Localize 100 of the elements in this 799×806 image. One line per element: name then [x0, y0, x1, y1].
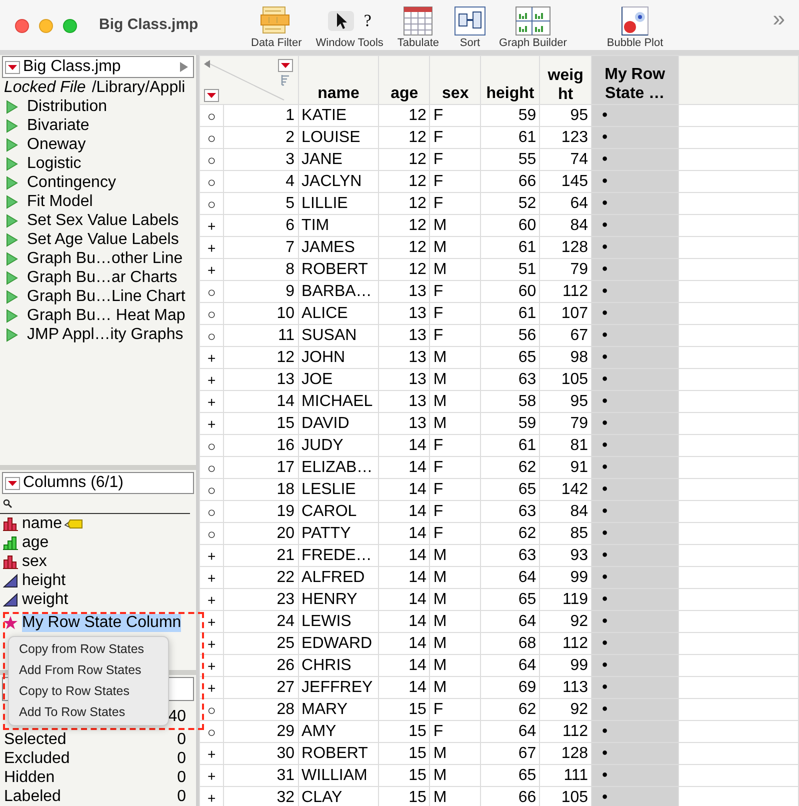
row-number[interactable]: 4: [224, 170, 298, 192]
help-icon[interactable]: ?: [364, 11, 372, 31]
script-item[interactable]: Contingency: [0, 173, 196, 192]
row-number[interactable]: 31: [224, 764, 298, 786]
table-cell: •: [592, 742, 678, 764]
row-number[interactable]: 14: [224, 390, 298, 412]
column-header[interactable]: name: [298, 56, 379, 104]
row-number[interactable]: 23: [224, 588, 298, 610]
row-count: 0: [177, 750, 186, 768]
sort-icon[interactable]: [280, 74, 290, 86]
script-item[interactable]: Fit Model: [0, 192, 196, 211]
row-number[interactable]: 28: [224, 698, 298, 720]
table-cell: F: [430, 500, 481, 522]
row-number[interactable]: 29: [224, 720, 298, 742]
zoom-button[interactable]: [63, 19, 77, 33]
row-marker: +: [200, 588, 224, 610]
column-item[interactable]: weight: [22, 590, 68, 609]
row-number[interactable]: 15: [224, 412, 298, 434]
dropdown-icon[interactable]: [5, 60, 20, 74]
row-number[interactable]: 7: [224, 236, 298, 258]
column-header[interactable]: age: [378, 56, 430, 104]
toolbar-button[interactable]: Data Filter: [251, 0, 302, 49]
row-marker: ○: [200, 434, 224, 456]
row-number[interactable]: 3: [224, 148, 298, 170]
row-number[interactable]: 24: [224, 610, 298, 632]
row-number[interactable]: 25: [224, 632, 298, 654]
script-item[interactable]: Set Sex Value Labels: [0, 211, 196, 230]
script-item[interactable]: Distribution: [0, 97, 196, 116]
menu-item[interactable]: Copy to Row States: [9, 681, 168, 702]
triangle-icon[interactable]: [179, 61, 189, 73]
row-number[interactable]: 1: [224, 104, 298, 126]
row-number[interactable]: 27: [224, 676, 298, 698]
script-item[interactable]: Oneway: [0, 135, 196, 154]
column-item[interactable]: sex: [22, 552, 47, 571]
column-item[interactable]: name: [22, 514, 62, 533]
column-item[interactable]: age: [22, 534, 49, 552]
column-item[interactable]: My Row State Column: [22, 614, 182, 632]
table-cell: 63: [480, 544, 540, 566]
table-cell: M: [430, 390, 481, 412]
play-icon: [6, 118, 18, 132]
script-item[interactable]: Graph Bu…Line Chart: [0, 287, 196, 306]
toolbar-button[interactable]: Sort: [453, 0, 488, 49]
columns-header[interactable]: Columns (6/1): [2, 472, 194, 494]
row-number[interactable]: 21: [224, 544, 298, 566]
row-number[interactable]: 26: [224, 654, 298, 676]
row-number[interactable]: 13: [224, 368, 298, 390]
row-number[interactable]: 19: [224, 500, 298, 522]
menu-item[interactable]: Add From Row States: [9, 660, 168, 681]
toolbar-button[interactable]: Graph Builder: [499, 0, 567, 49]
row-number[interactable]: 10: [224, 302, 298, 324]
column-header[interactable]: sex: [430, 56, 481, 104]
toolbar-button[interactable]: Bubble Plot: [606, 0, 664, 49]
script-item[interactable]: Graph Bu…ar Charts: [0, 268, 196, 287]
script-item[interactable]: Logistic: [0, 154, 196, 173]
toolbar-button[interactable]: Tabulate: [397, 0, 440, 49]
table-cell: 12: [378, 126, 430, 148]
row-number[interactable]: 22: [224, 566, 298, 588]
row-number[interactable]: 9: [224, 280, 298, 302]
row-marker: +: [200, 764, 224, 786]
row-number[interactable]: 30: [224, 742, 298, 764]
bar-chart-icon: [3, 535, 18, 550]
script-item[interactable]: Set Age Value Labels: [0, 230, 196, 249]
play-icon: [6, 290, 18, 304]
row-number[interactable]: 11: [224, 324, 298, 346]
column-header[interactable]: height: [480, 56, 540, 104]
toolbar-button[interactable]: ? Window Tools: [316, 0, 384, 49]
table-cell: MICHAEL: [298, 390, 379, 412]
row-number[interactable]: 17: [224, 456, 298, 478]
row-number[interactable]: 20: [224, 522, 298, 544]
script-item[interactable]: Graph Bu… Heat Map: [0, 306, 196, 325]
menu-item[interactable]: Copy from Row States: [9, 639, 168, 660]
table-cell: KATIE: [298, 104, 379, 126]
table-cell: 14: [378, 588, 430, 610]
row-number[interactable]: 6: [224, 214, 298, 236]
menu-item[interactable]: Add To Row States: [9, 702, 168, 723]
table-cell: ELIZAB…: [298, 456, 379, 478]
play-icon: [6, 328, 18, 342]
column-header[interactable]: weight: [540, 56, 592, 104]
script-item[interactable]: Bivariate: [0, 116, 196, 135]
dropdown-icon[interactable]: [204, 89, 219, 102]
table-cell: 61: [480, 302, 540, 324]
table-cell: LEWIS: [298, 610, 379, 632]
table-cell: M: [430, 368, 481, 390]
row-number[interactable]: 12: [224, 346, 298, 368]
dropdown-icon[interactable]: [5, 476, 20, 490]
row-number[interactable]: 16: [224, 434, 298, 456]
row-number[interactable]: 8: [224, 258, 298, 280]
row-number[interactable]: 5: [224, 192, 298, 214]
row-number[interactable]: 18: [224, 478, 298, 500]
row-marker: ○: [200, 280, 224, 302]
script-item[interactable]: JMP Appl…ity Graphs: [0, 325, 196, 344]
close-button[interactable]: [15, 19, 29, 33]
table-name-field[interactable]: Big Class.jmp: [2, 56, 194, 78]
column-item[interactable]: height: [22, 572, 66, 590]
dropdown-icon[interactable]: [278, 59, 293, 72]
table-cell: F: [430, 698, 481, 720]
row-number[interactable]: 2: [224, 126, 298, 148]
script-item[interactable]: Graph Bu…other Line: [0, 249, 196, 268]
column-header[interactable]: My Row State …: [592, 56, 678, 104]
table-cell: ROBERT: [298, 742, 379, 764]
